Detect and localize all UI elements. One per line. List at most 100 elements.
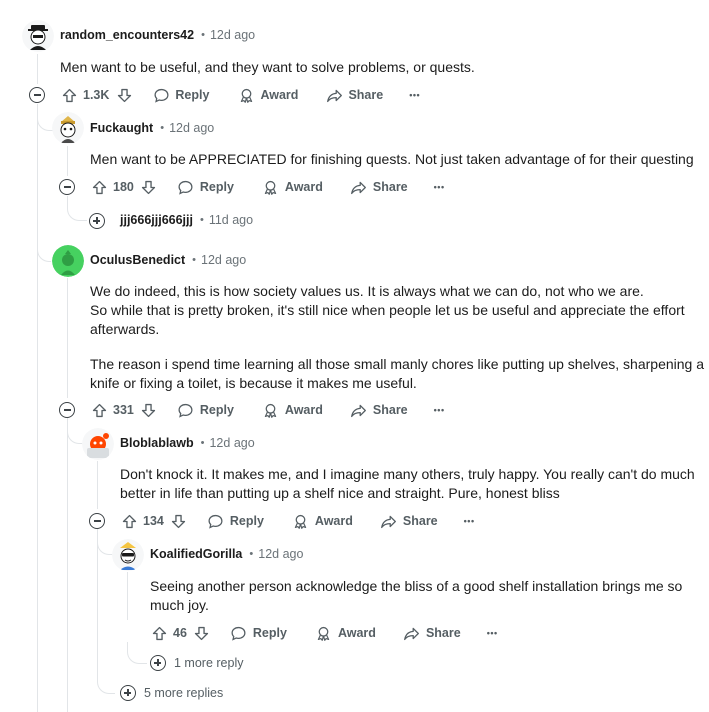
downvote-icon[interactable] — [115, 86, 133, 104]
award-button[interactable]: Award — [262, 401, 323, 419]
avatar[interactable] — [112, 539, 144, 571]
share-label: Share — [348, 88, 384, 102]
timestamp[interactable]: 12d ago — [169, 121, 214, 135]
comment-meta: random_encounters42 • 12d ago — [60, 28, 255, 42]
upvote-icon[interactable] — [120, 512, 138, 530]
reply-label: Reply — [252, 626, 287, 640]
collapse-thread-button[interactable] — [59, 402, 75, 418]
collapse-thread-button[interactable] — [89, 513, 105, 529]
thread-line[interactable] — [67, 418, 68, 712]
more-options-icon[interactable]: ••• — [487, 628, 498, 638]
downvote-icon[interactable] — [193, 624, 211, 642]
comment-line: Men want to be useful, and they want to … — [60, 59, 475, 75]
reply-label: Reply — [199, 180, 234, 194]
more-replies-link[interactable]: 5 more replies — [144, 686, 223, 700]
reply-icon — [177, 178, 195, 196]
upvote-icon[interactable] — [90, 401, 108, 419]
comment-line: Don't knock it. It makes me, and I imagi… — [120, 466, 695, 482]
share-icon — [403, 624, 421, 642]
collapse-thread-button[interactable] — [59, 179, 75, 195]
reply-label: Reply — [229, 514, 264, 528]
reply-button[interactable]: Reply — [177, 401, 234, 419]
comment-actions: 331 Reply Award Share ••• — [90, 399, 445, 421]
comment-body: Men want to be useful, and they want to … — [60, 58, 475, 77]
meta-separator: • — [199, 214, 204, 226]
comment-line: Men want to be APPRECIATED for finishing… — [90, 151, 694, 167]
vote-count: 180 — [113, 180, 134, 194]
avatar[interactable] — [82, 428, 114, 460]
share-label: Share — [425, 626, 461, 640]
comment-body: Don't knock it. It makes me, and I imagi… — [120, 465, 695, 503]
reply-icon — [207, 512, 225, 530]
award-button[interactable]: Award — [292, 512, 353, 530]
share-label: Share — [402, 514, 438, 528]
timestamp[interactable]: 12d ago — [210, 28, 255, 42]
comment-meta: KoalifiedGorilla • 12d ago — [150, 547, 303, 561]
username[interactable]: OculusBenedict — [90, 253, 185, 267]
thread-line[interactable] — [37, 104, 38, 712]
more-options-icon[interactable]: ••• — [434, 405, 445, 415]
avatar[interactable] — [22, 20, 54, 52]
username[interactable]: KoalifiedGorilla — [150, 547, 242, 561]
meta-separator: • — [160, 122, 165, 134]
more-options-icon[interactable]: ••• — [464, 516, 475, 526]
timestamp[interactable]: 12d ago — [258, 547, 303, 561]
reply-icon — [230, 624, 248, 642]
share-button[interactable]: Share — [325, 86, 383, 104]
share-button[interactable]: Share — [350, 401, 408, 419]
username[interactable]: Bloblablawb — [120, 436, 194, 450]
award-button[interactable]: Award — [262, 178, 323, 196]
upvote-icon[interactable] — [60, 86, 78, 104]
timestamp[interactable]: 12d ago — [209, 436, 254, 450]
thread-connector — [37, 240, 51, 262]
share-button[interactable]: Share — [350, 178, 408, 196]
reply-button[interactable]: Reply — [177, 178, 234, 196]
award-label: Award — [284, 403, 323, 417]
thread-line[interactable] — [67, 278, 68, 398]
timestamp[interactable]: 12d ago — [201, 253, 246, 267]
thread-line[interactable] — [97, 461, 98, 509]
timestamp[interactable]: 11d ago — [209, 213, 253, 227]
expand-replies-button[interactable] — [120, 685, 136, 701]
award-icon — [262, 401, 280, 419]
reply-button[interactable]: Reply — [207, 512, 264, 530]
comment-line: better in life than putting up a shelf n… — [120, 485, 560, 501]
username[interactable]: jjj666jjj666jjj — [120, 213, 193, 227]
reply-button[interactable]: Reply — [152, 86, 209, 104]
share-icon — [325, 86, 343, 104]
more-options-icon[interactable]: ••• — [434, 182, 445, 192]
meta-separator: • — [192, 254, 197, 266]
username[interactable]: random_encounters42 — [60, 28, 194, 42]
upvote-icon[interactable] — [90, 178, 108, 196]
comment-body: Men want to be APPRECIATED for finishing… — [90, 150, 694, 169]
reply-label: Reply — [175, 88, 210, 102]
reply-label: Reply — [199, 403, 234, 417]
avatar[interactable] — [52, 245, 84, 277]
thread-line[interactable] — [67, 146, 68, 176]
meta-separator: • — [201, 29, 205, 41]
thread-line[interactable] — [37, 54, 38, 84]
vote-count: 1.3K — [83, 88, 110, 102]
upvote-icon[interactable] — [150, 624, 168, 642]
more-options-icon[interactable]: ••• — [409, 90, 420, 100]
downvote-icon[interactable] — [170, 512, 188, 530]
collapse-thread-button[interactable] — [29, 87, 45, 103]
thread-line[interactable] — [127, 572, 128, 620]
award-button[interactable]: Award — [315, 624, 376, 642]
comment-line: We do indeed, this is how society values… — [90, 283, 644, 299]
comment-line: So while that is pretty broken, it's sti… — [90, 302, 685, 318]
avatar[interactable] — [52, 112, 84, 144]
thread-connector — [127, 642, 147, 664]
share-button[interactable]: Share — [380, 512, 438, 530]
expand-replies-button[interactable] — [150, 655, 166, 671]
username[interactable]: Fuckaught — [90, 121, 153, 135]
reply-button[interactable]: Reply — [230, 624, 287, 642]
expand-comment-button[interactable] — [89, 213, 105, 229]
downvote-icon[interactable] — [140, 401, 158, 419]
award-button[interactable]: Award — [237, 86, 298, 104]
reply-icon — [152, 86, 170, 104]
more-replies-link[interactable]: 1 more reply — [174, 656, 243, 670]
share-button[interactable]: Share — [403, 624, 461, 642]
downvote-icon[interactable] — [140, 178, 158, 196]
comment-actions: 180 Reply Award Share ••• — [90, 176, 445, 198]
